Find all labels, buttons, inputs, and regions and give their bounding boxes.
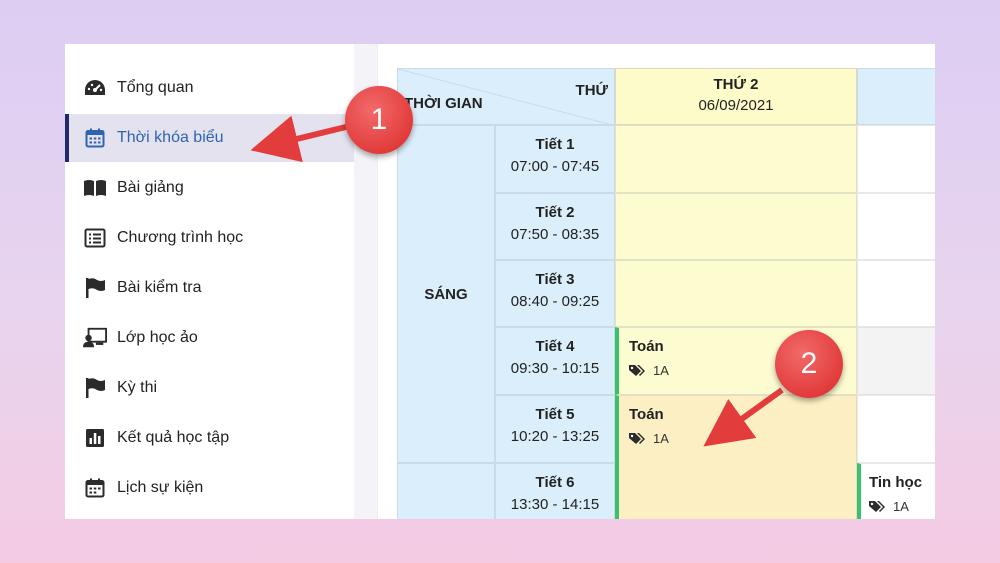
period-1: Tiết 1 07:00 - 07:45 <box>495 125 615 193</box>
period-name: Tiết 4 <box>535 338 575 355</box>
period-time: 10:20 - 13:25 <box>510 428 600 445</box>
period-time: 07:50 - 08:35 <box>510 226 600 243</box>
timetable-slot[interactable] <box>615 260 857 327</box>
sidebar-item-tests[interactable]: Bài kiểm tra <box>65 264 354 312</box>
timetable-slot[interactable] <box>857 260 935 327</box>
sidebar-item-label: Bài kiểm tra <box>117 279 202 296</box>
sidebar-item-virtual-class[interactable]: Lớp học ảo <box>65 314 354 362</box>
calendar-icon <box>83 476 107 500</box>
session-label: SÁNG <box>424 285 468 303</box>
callout-badge-2: 2 <box>775 330 843 398</box>
period-name: Tiết 5 <box>535 406 575 423</box>
sidebar-item-label: Chương trình học <box>117 229 244 246</box>
lesson-class-label: 1A <box>893 499 909 514</box>
calendar-icon <box>83 126 107 150</box>
period-time: 08:40 - 09:25 <box>510 293 600 310</box>
timetable-corner-header: THỨ THỜI GIAN <box>397 68 616 126</box>
period-2: Tiết 2 07:50 - 08:35 <box>495 193 615 260</box>
dashboard-icon <box>83 76 107 100</box>
lesson-class-label: 1A <box>653 431 669 446</box>
lesson-class: 1A <box>869 499 935 514</box>
period-name: Tiết 6 <box>535 474 575 491</box>
timetable-slot[interactable] <box>615 193 857 260</box>
sidebar-item-overview[interactable]: Tổng quan <box>65 64 354 112</box>
period-name: Tiết 2 <box>535 204 575 221</box>
sidebar-item-label: Thời khóa biểu <box>117 129 224 146</box>
timetable-slot[interactable] <box>857 193 935 260</box>
timetable-slot[interactable] <box>857 395 935 463</box>
lesson-subject: Toán <box>629 406 664 423</box>
callout-badge-1: 1 <box>345 86 413 154</box>
period-time: 13:30 - 14:15 <box>510 496 600 513</box>
sidebar-item-label: Bài giảng <box>117 179 184 196</box>
tag-icon <box>629 364 645 376</box>
period-time: 09:30 - 10:15 <box>510 360 600 377</box>
virtual-class-icon <box>83 326 107 350</box>
tag-icon <box>869 500 885 512</box>
sidebar-item-results[interactable]: Kết quả học tập <box>65 414 354 462</box>
sidebar-item-timetable[interactable]: Thời khóa biểu <box>65 114 354 162</box>
timetable-slot[interactable] <box>857 125 935 193</box>
sidebar-item-curriculum[interactable]: Chương trình học <box>65 214 354 262</box>
session-afternoon <box>397 463 495 519</box>
corner-day-label: THỨ <box>575 82 608 99</box>
period-name: Tiết 3 <box>535 271 575 288</box>
callout-number: 1 <box>370 103 388 136</box>
period-5: Tiết 5 10:20 - 13:25 <box>495 395 615 463</box>
period-3: Tiết 3 08:40 - 09:25 <box>495 260 615 327</box>
sidebar-item-label: Lịch sự kiện <box>117 479 204 496</box>
sidebar-item-lectures[interactable]: Bài giảng <box>65 164 354 212</box>
period-4: Tiết 4 09:30 - 10:15 <box>495 327 615 395</box>
day-name: THỨ 2 <box>713 76 759 93</box>
sidebar-item-label: Lớp học ảo <box>117 329 198 346</box>
corner-time-label: THỜI GIAN <box>404 95 483 112</box>
timetable-slot[interactable] <box>615 125 857 193</box>
lesson-class: 1A <box>629 431 856 446</box>
sidebar-item-events[interactable]: Lịch sự kiện <box>65 464 354 512</box>
sidebar: Tổng quan Thời khóa biểu Bài giảng Chươn… <box>65 44 378 519</box>
session-morning: SÁNG <box>397 125 495 463</box>
sidebar-item-exams[interactable]: Kỳ thi <box>65 364 354 412</box>
lesson-card[interactable]: Toán 1A <box>615 395 857 519</box>
period-6: Tiết 6 13:30 - 14:15 <box>495 463 615 519</box>
app-panel: Tổng quan Thời khóa biểu Bài giảng Chươn… <box>65 44 935 519</box>
sidebar-item-label: Kỳ thi <box>117 379 158 396</box>
callout-number: 2 <box>800 347 818 380</box>
sidebar-item-label: Kết quả học tập <box>117 429 230 446</box>
next-day-header <box>857 68 935 125</box>
flag-icon <box>83 376 107 400</box>
lesson-card[interactable]: Tin học 1A <box>857 463 935 519</box>
flag-icon <box>83 276 107 300</box>
timetable-slot[interactable] <box>857 327 935 395</box>
period-time: 07:00 - 07:45 <box>510 158 600 175</box>
tag-icon <box>629 432 645 444</box>
day-header[interactable]: THỨ 2 06/09/2021 <box>615 68 857 125</box>
list-icon <box>83 226 107 250</box>
book-icon <box>83 176 107 200</box>
period-name: Tiết 1 <box>535 136 575 153</box>
sidebar-item-label: Tổng quan <box>117 79 194 96</box>
lesson-class-label: 1A <box>653 363 669 378</box>
bar-chart-icon <box>83 426 107 450</box>
lesson-subject: Tin học <box>869 474 923 491</box>
day-date: 06/09/2021 <box>698 97 774 114</box>
